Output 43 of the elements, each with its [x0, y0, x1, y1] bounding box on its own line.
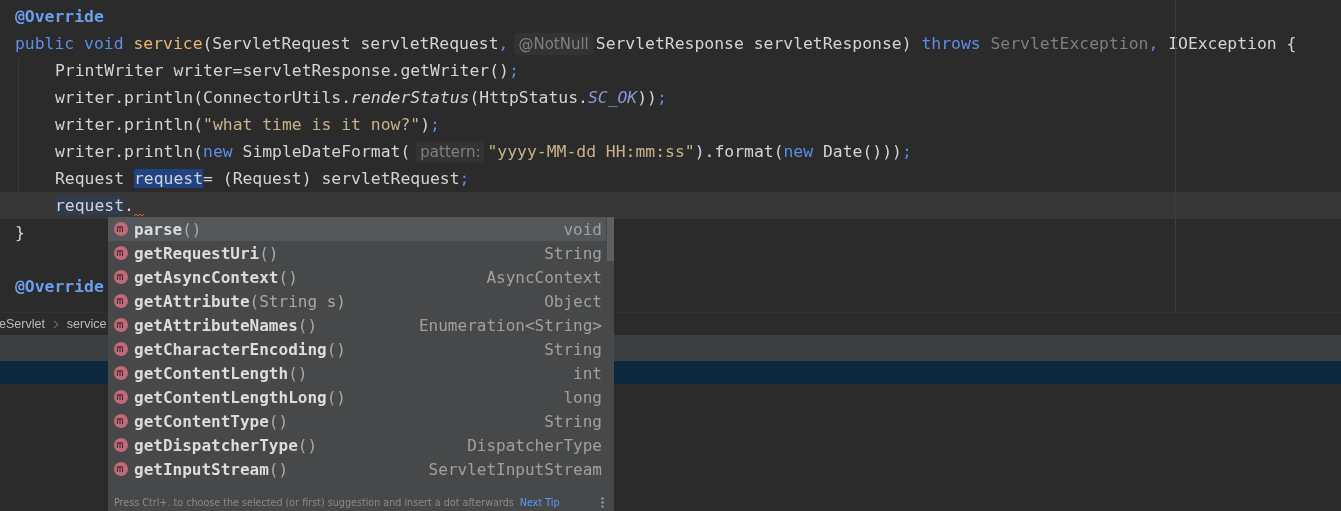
completion-item[interactable]: getAsyncContext() AsyncContext	[108, 265, 606, 289]
method-icon	[114, 246, 128, 260]
code-text: @Override	[15, 276, 104, 298]
code-text: @Override	[15, 6, 104, 28]
breadcrumb-item[interactable]: service	[66, 317, 107, 331]
code-text: writer.println(new SimpleDateFormat(	[55, 141, 411, 163]
completion-item[interactable]: getDispatcherType() DispatcherType	[108, 433, 606, 457]
completion-item[interactable]: getContentLengthLong() long	[108, 385, 606, 409]
method-icon	[114, 462, 128, 476]
method-icon	[114, 270, 128, 284]
completion-item[interactable]: getContentType() String	[108, 409, 606, 433]
code-text: writer.println("what time is it now?");	[55, 114, 440, 136]
scrollbar-thumb[interactable]	[607, 217, 614, 261]
code-text: public void service(ServletRequest servletRequest,	[15, 33, 509, 55]
code-text: writer.println(ConnectorUtils.renderStatus(HttpStatus.SC_OK));	[55, 87, 667, 109]
completion-item[interactable]: parse() void	[108, 217, 606, 241]
method-icon	[114, 294, 128, 308]
method-icon	[114, 390, 128, 404]
hint-text: Press Ctrl+. to choose the selected (or first) suggestion and insert a dot afterwards	[114, 497, 514, 508]
method-icon	[114, 318, 128, 332]
code-text: ServletResponse servletResponse) throws ServletException, IOException {	[595, 33, 1297, 55]
inlay-hint: pattern:	[416, 140, 485, 163]
inlay-hint: @NotNull	[514, 32, 593, 55]
more-options-icon[interactable]	[601, 497, 604, 508]
chevron-icon	[52, 319, 59, 329]
completion-item[interactable]: getAttribute(String s) Object	[108, 289, 606, 313]
completion-item[interactable]: getContentLength() int	[108, 361, 606, 385]
method-icon	[114, 342, 128, 356]
code-text: "yyyy-MM-dd HH:mm:ss").format(new Date()));	[487, 141, 912, 163]
code-text: Request request= (Request) servletRequest;	[55, 168, 470, 190]
completion-item[interactable]: getInputStream() ServletInputStream	[108, 457, 606, 481]
code-text: }	[15, 222, 25, 244]
completion-item[interactable]: getRequestUri() String	[108, 241, 606, 265]
method-icon	[114, 414, 128, 428]
method-icon	[114, 222, 128, 236]
next-tip-link[interactable]: Next Tip	[519, 497, 560, 508]
completion-item[interactable]: getCharacterEncoding() String	[108, 337, 606, 361]
breadcrumb-item[interactable]: eServlet	[0, 317, 45, 331]
method-icon	[114, 366, 128, 380]
code-text: PrintWriter writer=servletResponse.getWriter();	[55, 60, 519, 82]
error-squiggle	[133, 213, 145, 217]
method-icon	[114, 438, 128, 452]
completion-item[interactable]: getAttributeNames() Enumeration<String>	[108, 313, 606, 337]
